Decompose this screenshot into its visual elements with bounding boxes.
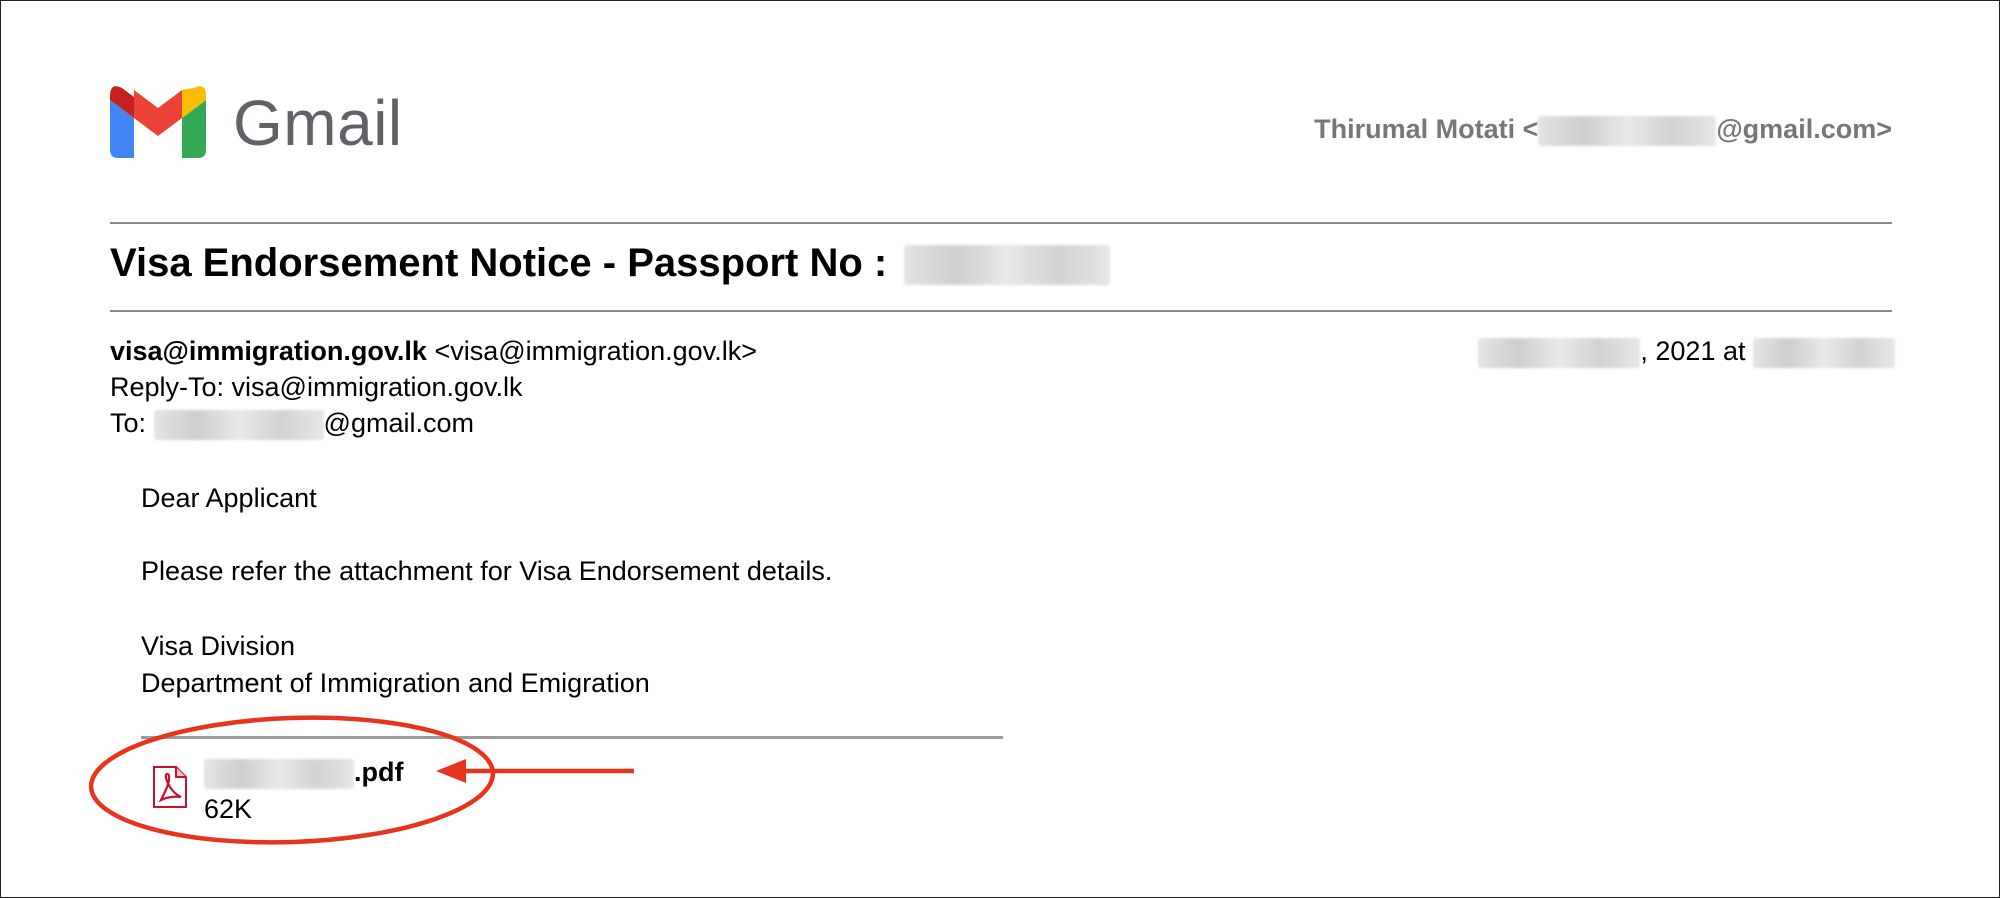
annotation-arrow-head xyxy=(436,759,466,783)
annotation-overlay xyxy=(88,715,634,845)
annotation-circle xyxy=(88,715,496,845)
